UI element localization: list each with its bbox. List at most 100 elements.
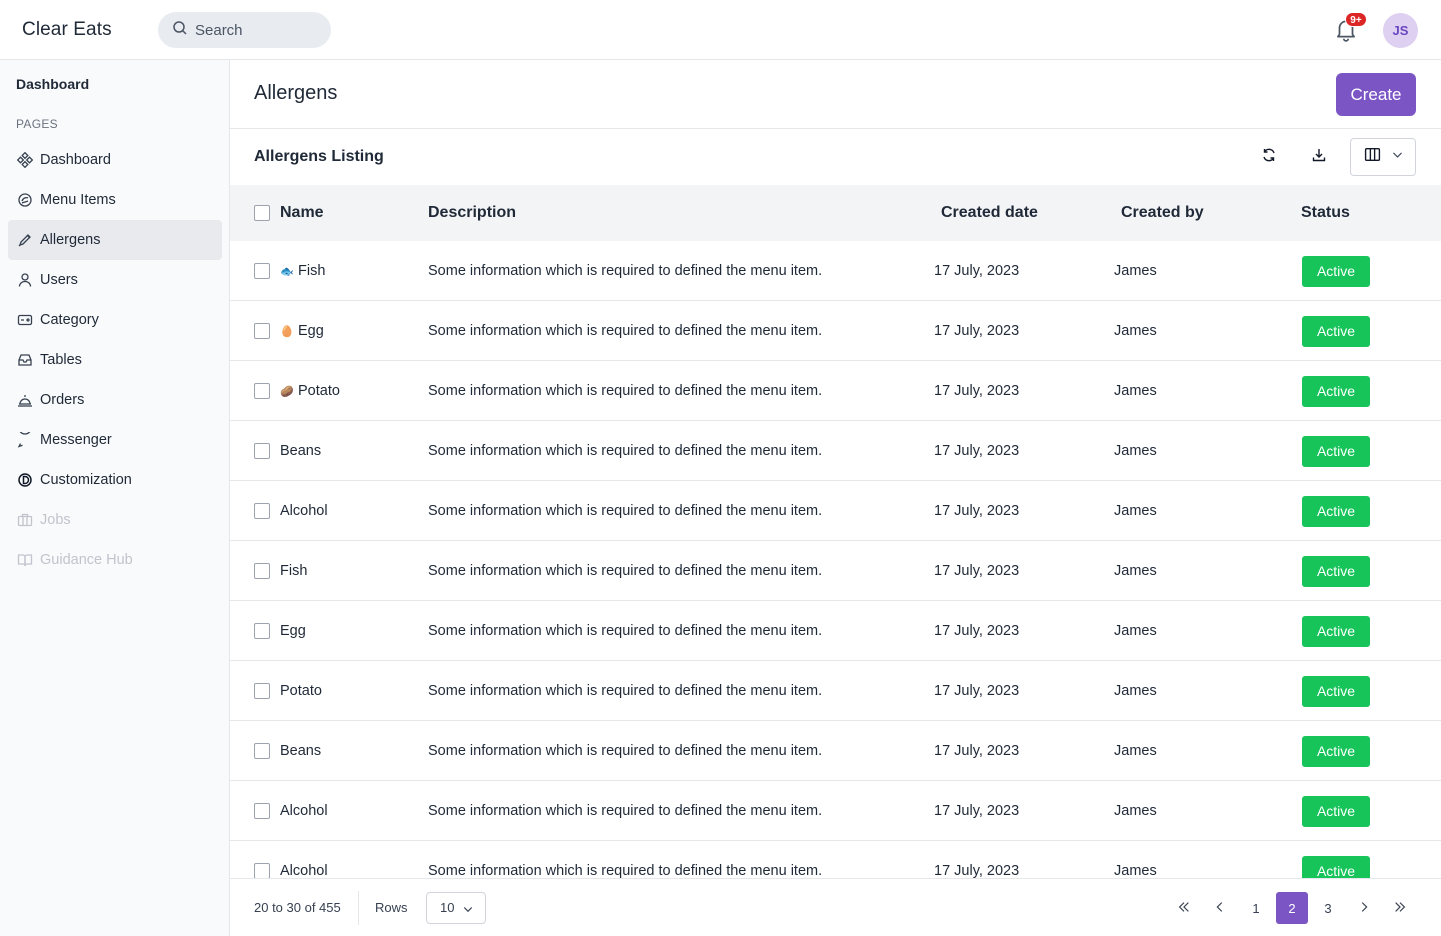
divider <box>358 891 359 925</box>
cell-created-by: James <box>1114 563 1157 579</box>
select-all-checkbox[interactable] <box>254 205 270 221</box>
download-button[interactable] <box>1309 147 1329 167</box>
dashboard-icon <box>17 152 33 168</box>
cell-name: Alcohol <box>280 503 328 519</box>
cell-name: Alcohol <box>280 863 328 878</box>
sidebar-item-label: Category <box>40 312 99 328</box>
row-checkbox[interactable] <box>254 383 270 399</box>
table-row[interactable]: Alcohol Some information which is requir… <box>230 841 1441 878</box>
cell-description: Some information which is required to de… <box>428 863 823 878</box>
cell-created-date: 17 July, 2023 <box>934 743 1020 759</box>
column-header-created-date[interactable]: Created date <box>941 204 1038 222</box>
listing-toolbar: Allergens Listing <box>230 129 1441 185</box>
cell-created-by: James <box>1114 863 1157 878</box>
next-page-button[interactable] <box>1348 892 1380 924</box>
customization-icon <box>17 472 33 488</box>
page-button-3[interactable]: 3 <box>1312 892 1344 924</box>
status-badge: Active <box>1302 676 1370 707</box>
table-row[interactable]: 🥚 Egg Some information which is required … <box>230 301 1441 361</box>
table-row[interactable]: Egg Some information which is required t… <box>230 601 1441 661</box>
chevron-left-icon <box>1213 900 1227 917</box>
cell-created-by: James <box>1114 443 1157 459</box>
row-checkbox[interactable] <box>254 503 270 519</box>
sidebar-item-messenger[interactable]: Messenger <box>8 420 222 460</box>
egg-icon: 🥚 <box>280 326 294 338</box>
refresh-icon <box>1261 147 1277 168</box>
cell-created-by: James <box>1114 743 1157 759</box>
app-title[interactable]: Clear Eats <box>22 19 112 41</box>
table-row[interactable]: 🥔 Potato Some information which is requir… <box>230 361 1441 421</box>
table-row[interactable]: Alcohol Some information which is requir… <box>230 481 1441 541</box>
sidebar-section-label: PAGES <box>16 117 58 131</box>
column-header-name[interactable]: Name <box>280 204 324 222</box>
column-header-description[interactable]: Description <box>428 204 516 222</box>
row-checkbox[interactable] <box>254 803 270 819</box>
sidebar-item-guidance-hub[interactable]: Guidance Hub <box>8 540 222 580</box>
table-row[interactable]: Beans Some information which is required… <box>230 721 1441 781</box>
sidebar-item-users[interactable]: Users <box>8 260 222 300</box>
tables-icon <box>17 352 33 368</box>
sidebar-item-customization[interactable]: Customization <box>8 460 222 500</box>
cell-description: Some information which is required to de… <box>428 323 823 339</box>
row-checkbox[interactable] <box>254 323 270 339</box>
sidebar-header[interactable]: Dashboard <box>16 76 89 92</box>
row-checkbox[interactable] <box>254 683 270 699</box>
row-checkbox[interactable] <box>254 623 270 639</box>
last-page-button[interactable] <box>1384 892 1416 924</box>
sidebar-item-label: Guidance Hub <box>40 552 133 568</box>
page-button-1[interactable]: 1 <box>1240 892 1272 924</box>
sidebar-item-dashboard[interactable]: Dashboard <box>8 140 222 180</box>
cell-created-by: James <box>1114 263 1157 279</box>
row-checkbox[interactable] <box>254 563 270 579</box>
table-row[interactable]: 🐟 Fish Some information which is required… <box>230 241 1441 301</box>
previous-page-button[interactable] <box>1204 892 1236 924</box>
column-header-status[interactable]: Status <box>1301 204 1350 222</box>
sidebar-item-category[interactable]: Category <box>8 300 222 340</box>
cell-name: Egg <box>280 623 306 639</box>
column-header-created-by[interactable]: Created by <box>1121 204 1204 222</box>
row-checkbox[interactable] <box>254 263 270 279</box>
orders-icon <box>17 392 33 408</box>
sidebar-item-menu-items[interactable]: Menu Items <box>8 180 222 220</box>
cell-created-date: 17 July, 2023 <box>934 263 1020 279</box>
status-badge: Active <box>1302 736 1370 767</box>
table-row[interactable]: Potato Some information which is require… <box>230 661 1441 721</box>
notification-badge: 9+ <box>1345 12 1367 27</box>
chevron-down-icon <box>463 907 473 913</box>
page-header: Allergens Create <box>230 60 1441 129</box>
row-name: Potato <box>298 383 340 399</box>
row-name: Fish <box>298 263 326 279</box>
sidebar: Dashboard PAGES Dashboard Menu Items All… <box>0 60 230 936</box>
row-checkbox[interactable] <box>254 743 270 759</box>
columns-selector[interactable] <box>1350 138 1416 176</box>
status-badge: Active <box>1302 376 1370 407</box>
table-body: 🐟 Fish Some information which is required… <box>230 241 1441 878</box>
create-button[interactable]: Create <box>1336 73 1416 116</box>
rows-per-page-select[interactable]: 10 <box>426 892 486 924</box>
status-badge: Active <box>1302 256 1370 287</box>
table-row[interactable]: Alcohol Some information which is requir… <box>230 781 1441 841</box>
chevrons-left-icon <box>1177 900 1191 917</box>
search-box[interactable] <box>158 12 331 48</box>
allergens-icon <box>17 232 33 248</box>
sidebar-item-jobs[interactable]: Jobs <box>8 500 222 540</box>
sidebar-item-orders[interactable]: Orders <box>8 380 222 420</box>
first-page-button[interactable] <box>1168 892 1200 924</box>
messenger-icon <box>17 432 33 448</box>
search-input[interactable] <box>195 21 315 39</box>
table-row[interactable]: Fish Some information which is required … <box>230 541 1441 601</box>
cell-created-date: 17 July, 2023 <box>934 683 1020 699</box>
refresh-button[interactable] <box>1259 147 1279 167</box>
sidebar-item-label: Menu Items <box>40 192 116 208</box>
sidebar-item-allergens[interactable]: Allergens <box>8 220 222 260</box>
chevron-down-icon <box>1391 148 1404 166</box>
status-badge: Active <box>1302 556 1370 587</box>
rows-label: Rows <box>375 900 408 915</box>
row-checkbox[interactable] <box>254 863 270 878</box>
cell-description: Some information which is required to de… <box>428 803 823 819</box>
avatar[interactable]: JS <box>1383 13 1418 48</box>
row-checkbox[interactable] <box>254 443 270 459</box>
table-row[interactable]: Beans Some information which is required… <box>230 421 1441 481</box>
page-button-2[interactable]: 2 <box>1276 892 1308 924</box>
sidebar-item-tables[interactable]: Tables <box>8 340 222 380</box>
